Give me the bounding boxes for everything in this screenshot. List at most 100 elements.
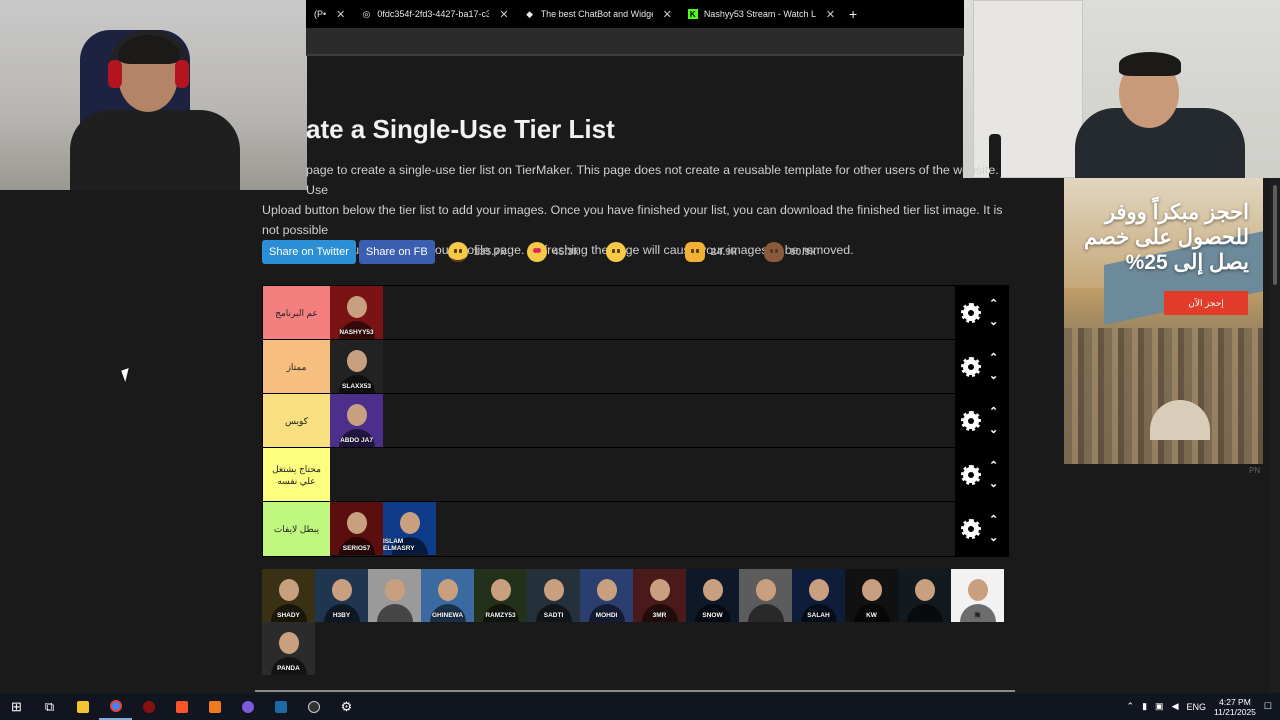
tier-image[interactable]: [898, 569, 951, 622]
tier-image[interactable]: SLAXX53: [330, 340, 383, 393]
chevron-down-icon[interactable]: ⌄: [989, 478, 998, 489]
network-icon[interactable]: ▣: [1155, 701, 1164, 712]
chevron-up-icon[interactable]: ⌃: [989, 352, 998, 363]
image-label: ISLAM ELMASRY: [383, 538, 415, 552]
volume-icon[interactable]: ◀: [1172, 701, 1179, 712]
tier-dropzone[interactable]: SLAXX53: [330, 340, 955, 393]
avatar-face: [861, 579, 882, 601]
image-label: SERIO57: [342, 545, 371, 552]
tier-image[interactable]: RAMZY53: [474, 569, 527, 622]
browser-tab-2[interactable]: ◎ 0fdc354f-2fd3-4427-ba17-c3f5 ✕: [353, 0, 516, 28]
tier-image[interactable]: [739, 569, 792, 622]
avatar-face: [346, 296, 367, 318]
tier-dropzone[interactable]: [330, 448, 955, 501]
steam-icon[interactable]: [264, 693, 297, 720]
tier-image[interactable]: [368, 569, 421, 622]
brave-icon[interactable]: [165, 693, 198, 720]
discord-icon[interactable]: [231, 693, 264, 720]
close-icon[interactable]: ✕: [826, 8, 835, 21]
avatar-face: [437, 579, 458, 601]
tier-image[interactable]: SHADY: [262, 569, 315, 622]
gear-icon[interactable]: [961, 356, 981, 377]
tier-image[interactable]: PANDA: [262, 622, 315, 675]
chevron-up-icon[interactable]: ⌃: [989, 406, 998, 417]
language-indicator[interactable]: ENG: [1186, 702, 1206, 712]
tier-dropzone[interactable]: NASHYY53: [330, 286, 955, 339]
tier-image[interactable]: SALAH: [792, 569, 845, 622]
tier-label[interactable]: محتاج يشتغل علي نفسه: [263, 448, 330, 501]
chevron-up-icon[interactable]: ⌃: [989, 460, 998, 471]
tab-title: Nashyy53 Stream - Watch Live: [703, 9, 816, 19]
app-orange-icon[interactable]: [198, 693, 231, 720]
new-tab-button[interactable]: +: [849, 6, 857, 22]
tier-image[interactable]: ISLAM ELMASRY: [383, 502, 436, 555]
earcup-left: [108, 60, 122, 88]
gear-hole: [968, 309, 974, 316]
chevron-up-icon[interactable]: ⌃: [989, 298, 998, 309]
tier-image[interactable]: N: [951, 569, 1004, 622]
tier-image[interactable]: KW: [845, 569, 898, 622]
browser-tab-1[interactable]: (P• ✕: [306, 0, 353, 28]
tier-image[interactable]: 3MR: [633, 569, 686, 622]
scrollbar-thumb[interactable]: [1273, 185, 1277, 285]
gear-icon[interactable]: [961, 519, 981, 539]
address-bar[interactable]: [306, 28, 964, 56]
chevron-up-icon[interactable]: ⌃: [1127, 701, 1135, 712]
close-icon[interactable]: ✕: [336, 8, 345, 21]
gear-icon[interactable]: [961, 302, 981, 323]
tier-image[interactable]: SERIO57: [330, 502, 383, 555]
tier-image[interactable]: GHINEWA: [421, 569, 474, 622]
tier-image[interactable]: NASHYY53: [330, 286, 383, 339]
tier-controls: ⌃ ⌄: [955, 394, 1008, 447]
file-explorer-icon[interactable]: [66, 693, 99, 720]
browser-tab-4[interactable]: K Nashyy53 Stream - Watch Live ✕: [680, 0, 843, 28]
advertisement[interactable]: احجز مبكراً ووفر للحصول على خصم يصل إلى …: [1064, 178, 1263, 464]
ad-book-now-button[interactable]: إحجز الآن: [1164, 291, 1248, 315]
tier-image[interactable]: SNOW: [686, 569, 739, 622]
chrome-icon[interactable]: [99, 693, 132, 720]
tier-label[interactable]: عم البرنامج: [263, 286, 330, 339]
chevron-down-icon[interactable]: ⌄: [989, 424, 998, 435]
tier-controls: ⌃ ⌄: [955, 502, 1008, 556]
chevron-up-icon[interactable]: ⌃: [989, 515, 998, 526]
tier-dropzone[interactable]: ABDO JA7: [330, 394, 955, 447]
notifications-icon[interactable]: ☐: [1264, 701, 1272, 712]
clock[interactable]: 4:27 PM 11/21/2025: [1214, 697, 1256, 717]
obs-icon[interactable]: [297, 693, 330, 720]
share-fb-button[interactable]: Share on FB: [358, 240, 435, 264]
horizontal-scrollbar[interactable]: [255, 690, 1015, 692]
close-icon[interactable]: ✕: [499, 8, 508, 21]
avatar-face: [278, 579, 299, 601]
chevron-down-icon[interactable]: ⌄: [989, 533, 998, 544]
reaction-poop[interactable]: 60.9k: [756, 240, 830, 264]
grinning-emoji-icon: [447, 242, 468, 262]
avatar-face: [399, 512, 420, 534]
tier-image[interactable]: MOHDI: [580, 569, 633, 622]
app-red-icon[interactable]: [132, 693, 165, 720]
chevron-down-icon[interactable]: ⌄: [989, 316, 998, 327]
browser-tab-3[interactable]: ◆ The best ChatBot and Widgets ✕: [517, 0, 680, 28]
share-row: Share on Twitter Share on FB 135.7k 45.3…: [262, 240, 830, 264]
windows-start-icon[interactable]: ⊞: [0, 693, 33, 720]
gear-icon[interactable]: [961, 464, 981, 485]
share-twitter-button[interactable]: Share on Twitter: [262, 240, 356, 264]
tier-image[interactable]: ABDO JA7: [330, 394, 383, 447]
reaction-grinning[interactable]: 135.7k: [440, 240, 514, 264]
tier-image[interactable]: H3BY: [315, 569, 368, 622]
reaction-raised-hands[interactable]: 24.9k: [677, 240, 751, 264]
task-view-icon[interactable]: ⧉: [33, 693, 66, 720]
tier-dropzone[interactable]: SERIO57 ISLAM ELMASRY: [330, 502, 955, 556]
tier-label[interactable]: ممتاز: [263, 340, 330, 393]
chevron-down-icon[interactable]: ⌄: [989, 370, 998, 381]
tier-image[interactable]: SADTI: [527, 569, 580, 622]
image-label: 3MR: [652, 612, 667, 619]
tier-label[interactable]: كويس: [263, 394, 330, 447]
close-icon[interactable]: ✕: [663, 8, 672, 21]
reaction-heart-eyes[interactable]: 45.3k: [519, 240, 593, 264]
gear-icon[interactable]: [961, 410, 981, 431]
tier-label[interactable]: يبطل لايفات: [263, 502, 330, 556]
browser-tab-bar: (P• ✕ ◎ 0fdc354f-2fd3-4427-ba17-c3f5 ✕ ◆…: [306, 0, 964, 28]
reaction-joy[interactable]: [598, 240, 672, 264]
settings-icon[interactable]: ⚙: [330, 693, 363, 720]
microphone-icon[interactable]: ▮: [1142, 701, 1147, 712]
